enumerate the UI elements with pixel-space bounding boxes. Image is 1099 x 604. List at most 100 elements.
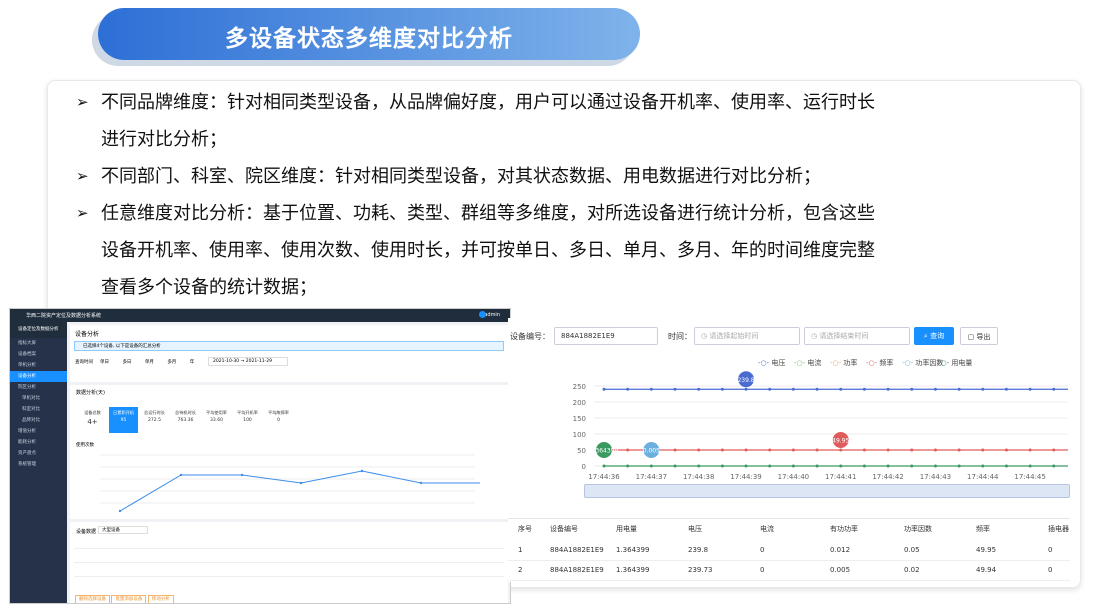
stat-value: 95 (120, 418, 127, 423)
sidebar-item[interactable]: 资产盘点 (10, 448, 67, 459)
series-point (768, 448, 772, 452)
legend-item[interactable]: -○- 用电量 (938, 358, 972, 368)
sidebar-item[interactable]: 能耗分析 (10, 437, 67, 448)
filter-panel: 设备分析 已选择4个设备, 以下是设备的汇总分析 查询时间 单日 多日 单月 多… (70, 325, 508, 382)
table-header: 电流 (760, 525, 774, 533)
table-header: 用电量 (616, 525, 637, 533)
stat-label: 平均故障率 (268, 410, 289, 415)
bullet-continuation: 设备开机率、使用率、使用次数、使用时长，并可按单日、多日、单月、多月、年的时间维… (76, 232, 1006, 269)
export-button[interactable]: ▢ 导出 (960, 327, 998, 345)
stat-tile: 日累积开机 95 (109, 407, 138, 433)
bullet-text: 不同部门、科室、院区维度：针对相同类型设备，对其状态数据、用电数据进行对比分析； (101, 166, 821, 187)
sidebar-item[interactable]: 指标大屏 (10, 338, 67, 349)
remove-device-button[interactable]: 删除选择设备 (75, 595, 110, 603)
series-point (626, 448, 630, 452)
sidebar-item[interactable]: 设备档案 (10, 349, 67, 360)
arrow-bullet-icon: ➢ (76, 93, 89, 111)
stat-label: 设备总数 (84, 410, 101, 415)
title-banner: 多设备状态多维度对比分析 (98, 8, 640, 60)
stat-tile: 平均故障率 0 (264, 407, 293, 433)
zoom-slider[interactable] (584, 484, 1070, 498)
series-point (744, 448, 748, 452)
period-options[interactable]: 单日 多日 单月 多月 年 (100, 359, 194, 365)
series-point (1028, 448, 1032, 452)
device-id-input[interactable]: 884A1882E1E9 (554, 327, 658, 345)
x-tick-label: 17:44:42 (872, 473, 903, 481)
stat-label: 平均开机率 (237, 410, 258, 415)
avatar[interactable] (479, 311, 486, 318)
usage-line-chart (100, 454, 480, 513)
sidebar-item[interactable]: 系统管理 (10, 459, 67, 470)
series-point (791, 448, 795, 452)
app-topbar: 华西二院资产定位及数据分析系统 admin (10, 309, 510, 322)
table-cell: 239.73 (688, 566, 713, 574)
sidebar-item[interactable]: 单机分析 (10, 360, 67, 371)
divider (74, 562, 504, 563)
y-tick-label: 0 (582, 463, 586, 471)
analysis-panel: 数据分析(天) 设备总数 4+ 日累积开机 95 总运行时长 272.5 总待机时长 763.… (70, 385, 508, 519)
legend-item[interactable]: -○- 电压 (758, 358, 785, 368)
x-tick-label: 17:44:41 (825, 473, 856, 481)
legend-item[interactable]: -○- 功率 (830, 358, 857, 368)
marker-label: 1.364399 (590, 448, 619, 455)
marker-label: 239.8 (737, 377, 754, 384)
series-point (886, 448, 890, 452)
end-time-input[interactable]: ◷ 请选择结束时间 (804, 327, 910, 345)
sidebar-subitem[interactable]: 品牌对比 (10, 415, 67, 426)
table-cell: 884A1882E1E9 (550, 566, 604, 574)
stat-value: 763.36 (177, 418, 194, 423)
series-point (791, 464, 795, 468)
main-area: 设备分析 已选择4个设备, 以下是设备的汇总分析 查询时间 单日 多日 单月 多… (70, 325, 508, 603)
bullet-text: 不同品牌维度：针对相同类型设备，从品牌偏好度，用户可以通过设备开机率、使用率、运… (101, 92, 875, 113)
sidebar-item[interactable]: 增值分析 (10, 426, 67, 437)
user-name[interactable]: admin (484, 312, 500, 318)
list-filter-select[interactable]: 大型设备 (98, 526, 148, 534)
series-point (981, 387, 985, 391)
sidebar-subitem[interactable]: 单机对比 (10, 393, 67, 404)
legend-item[interactable]: -○- 电流 (794, 358, 821, 368)
time-label: 时间： (668, 332, 692, 341)
arrow-bullet-icon: ➢ (76, 204, 89, 222)
series-point (910, 387, 914, 391)
power-line-chart: 250 200 150 100 50 017:44:36 17:44:37 17:44:38 1… (573, 371, 1068, 481)
sidebar-item-active[interactable]: 设备分析 (10, 371, 67, 382)
series-point (1028, 464, 1032, 468)
usage-point (419, 481, 423, 485)
series-point (720, 448, 724, 452)
x-tick-label: 17:44:45 (1014, 473, 1045, 481)
legend-item[interactable]: -○- 频率 (866, 358, 893, 368)
usage-point (118, 509, 122, 513)
series-point (886, 387, 890, 391)
legend-label: 功率 (843, 359, 858, 367)
sidebar: 设备定位及数据分析 指标大屏 设备档案 单机分析 设备分析 院区分析 单机对比 … (10, 322, 67, 603)
sidebar-subitem[interactable]: 科室对比 (10, 404, 67, 415)
series-point (1028, 387, 1032, 391)
marker-label: 49.95 (832, 438, 849, 445)
series-point (673, 387, 677, 391)
list-title: 设备数据 (76, 529, 97, 535)
query-button[interactable]: ⌕ 查询 (914, 327, 954, 345)
stat-value: 33.60 (210, 418, 223, 423)
batch-add-button[interactable]: 批量添加设备 (111, 595, 147, 603)
bullet-item: ➢ 不同品牌维度：针对相同类型设备，从品牌偏好度，用户可以通过设备开机率、使用率、… (76, 84, 1006, 121)
stat-label: 总运行时长 (144, 410, 165, 415)
series-point (839, 464, 843, 468)
series-point (768, 464, 772, 468)
move-analysis-button[interactable]: 移动分析 (147, 595, 174, 603)
series-point (673, 464, 677, 468)
y-tick-label: 50 (577, 447, 586, 455)
sidebar-item[interactable]: 院区分析 (10, 382, 67, 393)
date-range-input[interactable]: 2021-10-30 → 2021-11-29 (208, 357, 288, 366)
table-cell: 884A1882E1E9 (550, 546, 604, 554)
series-point (791, 387, 795, 391)
series-point (649, 387, 653, 391)
legend-label: 电流 (807, 359, 822, 367)
option-months: 多月 (167, 360, 177, 365)
page-heading: 设备分析 (75, 331, 100, 338)
series-point (957, 448, 961, 452)
x-tick-label: 17:44:37 (636, 473, 667, 481)
series-point (910, 464, 914, 468)
start-time-input[interactable]: ◷ 请选择起始时间 (694, 327, 800, 345)
series-point (815, 448, 819, 452)
marker-label: 0.005 (643, 448, 660, 455)
